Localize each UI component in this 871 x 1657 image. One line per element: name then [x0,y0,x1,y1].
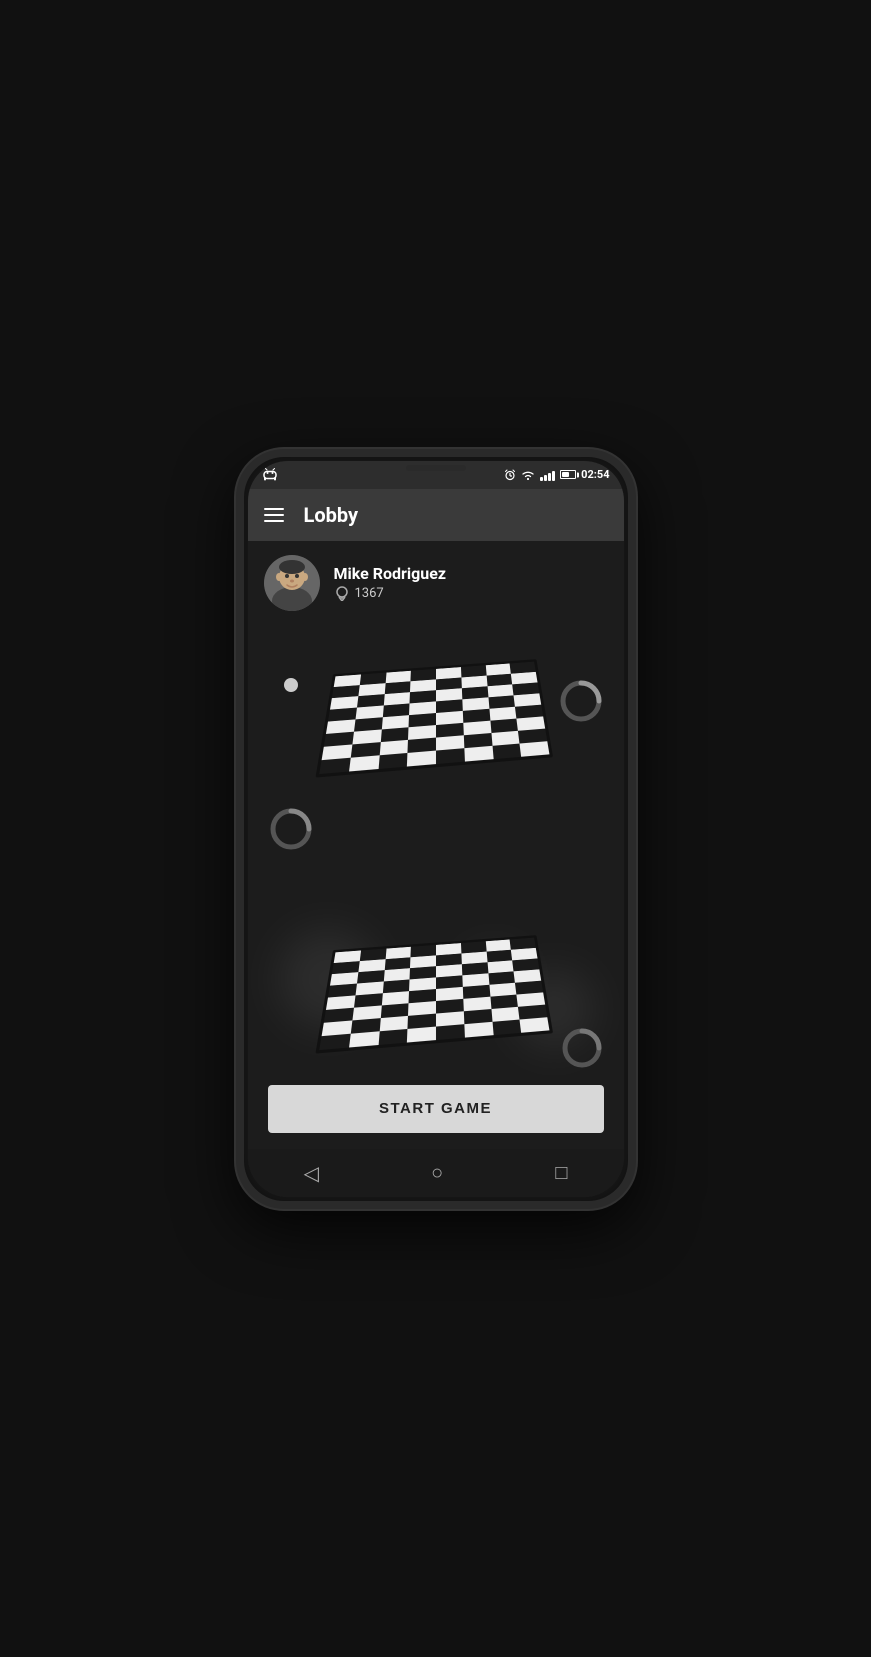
signal-icon [540,469,555,481]
user-rating: 1367 [334,585,447,601]
spinner-2 [268,806,314,856]
main-content: Mike Rodriguez 1367 [248,541,624,1149]
chess-board-1[interactable] [315,659,553,777]
status-bar: 02:54 [248,461,624,489]
spinner-3 [560,1026,604,1074]
phone-screen: 02:54 Lobby [248,461,624,1197]
wifi-icon [521,470,535,480]
phone-shell: 02:54 Lobby [236,449,636,1209]
player-dot-1 [284,678,298,692]
chess-grid-1 [315,659,553,777]
start-game-button[interactable]: START GAME [268,1085,604,1133]
user-profile: Mike Rodriguez 1367 [248,541,624,619]
start-btn-container: START GAME [248,1073,624,1149]
spinner-row [258,826,614,856]
user-name: Mike Rodriguez [334,564,447,583]
back-button[interactable]: ◁ [304,1161,319,1185]
status-right: 02:54 [504,468,609,481]
status-left [262,468,278,482]
board-row-2 [258,924,614,1044]
page-title: Lobby [304,503,359,527]
spinner-1 [558,678,604,728]
avatar [264,555,320,611]
android-icon [262,468,278,482]
rating-value: 1367 [355,586,384,601]
user-info: Mike Rodriguez 1367 [334,564,447,601]
nav-bar: ◁ ○ □ [248,1149,624,1197]
status-time: 02:54 [581,468,609,481]
alarm-icon [504,469,516,481]
chess-grid-2 [315,935,553,1053]
app-bar: Lobby [248,489,624,541]
hamburger-menu-icon[interactable] [264,508,284,522]
home-button[interactable]: ○ [431,1160,443,1185]
battery-icon [560,470,576,479]
medal-icon [334,585,350,601]
boards-area [248,619,624,1073]
chess-board-2[interactable] [315,935,553,1053]
recents-button[interactable]: □ [555,1160,567,1185]
board-row-1 [258,648,614,768]
